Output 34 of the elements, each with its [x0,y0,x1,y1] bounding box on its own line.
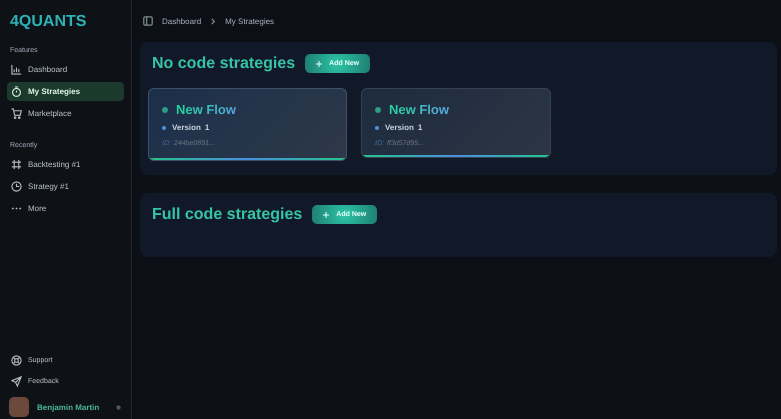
status-dot [162,106,168,112]
breadcrumb-item[interactable]: My Strategies [225,16,274,26]
version-label: Version [172,123,201,132]
send-icon [11,376,22,387]
lifebuoy-icon [11,355,22,366]
version-dot [162,126,166,130]
section-title: No code strategies [152,54,296,72]
breadcrumb-item[interactable]: Dashboard [162,16,202,26]
status-dot [375,106,381,112]
sidebar-item[interactable]: More [7,199,124,218]
card-title: New Flow [176,102,236,117]
cart-icon [11,108,22,119]
user-name: Benjamin Martin [37,402,100,412]
clock-icon [11,181,22,192]
sidebar-item[interactable]: Backtesting #1 [7,155,124,174]
plus-icon [316,60,322,66]
plus-icon [323,212,330,218]
timer-icon [11,86,22,97]
sidebar-item[interactable]: Marketplace [7,104,124,123]
version-dot [375,126,379,130]
sidebar-item[interactable]: My Strategies [7,82,124,101]
version-number: 1 [418,123,422,132]
chart-icon [11,64,22,75]
sidebar-toggle-icon[interactable] [143,16,153,26]
sidebar-item[interactable]: Strategy #1 [7,177,124,196]
sidebar-item[interactable]: Dashboard [7,60,124,79]
avatar [9,397,29,417]
chevron-icon [210,18,216,24]
version-number: 1 [204,123,210,132]
version-label: Version [385,123,414,132]
logo: 4QUANTS [10,13,88,31]
section-title: Full code strategies [152,206,302,224]
card-title: New Flow [389,102,449,117]
hash-icon [11,159,22,170]
